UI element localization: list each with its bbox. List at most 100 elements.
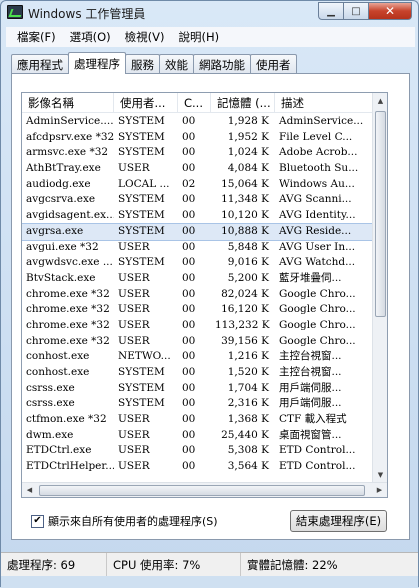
cell-description: Google Chro... xyxy=(279,318,356,331)
cell-description: ETD Control... xyxy=(279,460,356,473)
cell-memory: 1,368 K xyxy=(227,413,269,426)
table-row[interactable]: ETDCtrlHelper.... USER 00 3,564 K ETD Contro… xyxy=(22,459,373,475)
cell-memory: 9,016 K xyxy=(227,256,269,269)
cell-description: Google Chro... xyxy=(279,303,356,316)
cell-cpu: 00 xyxy=(182,428,196,441)
process-list[interactable]: 影像名稱 使用者... C... 記憶體 (... 描述 AdminServic… xyxy=(21,92,388,498)
table-row[interactable]: chrome.exe *32 USER 00 16,120 K Google Chro.… xyxy=(22,302,373,318)
cell-image-name: ETDCtrl.exe xyxy=(26,444,92,457)
cell-image-name: avgrsa.exe xyxy=(26,224,84,237)
cell-cpu: 00 xyxy=(182,224,196,237)
vertical-scroll-thumb[interactable] xyxy=(375,111,386,317)
tab-networking[interactable]: 網路功能 xyxy=(193,54,251,74)
table-row[interactable]: conhost.exe SYSTEM 00 1,520 K 主控台視窗... xyxy=(22,365,373,381)
table-row[interactable]: avgrsa.exe SYSTEM 00 10,888 K AVG Reside... xyxy=(22,222,374,241)
table-row[interactable]: avgwdsvc.exe ... SYSTEM 00 9,016 K AVG Watch… xyxy=(22,255,373,271)
cell-image-name: avgidsagent.ex... xyxy=(26,209,114,222)
tab-users[interactable]: 使用者 xyxy=(250,54,297,74)
tab-processes[interactable]: 處理程序 xyxy=(68,52,126,74)
task-manager-window: Windows 工作管理員 ▁ □ ✕ 檔案(F) 選項(O) 檢視(V) 說明… xyxy=(0,0,419,588)
cell-cpu: 00 xyxy=(182,240,196,253)
tab-performance[interactable]: 效能 xyxy=(159,54,194,74)
show-all-users-checkbox[interactable]: ✔ xyxy=(31,514,44,528)
close-button[interactable]: ✕ xyxy=(369,2,412,20)
table-row[interactable]: ctfmon.exe *32 USER 00 1,368 K CTF 載入程式 xyxy=(22,412,373,428)
cell-description: 藍牙堆疊伺... xyxy=(279,271,342,284)
menu-options[interactable]: 選項(O) xyxy=(63,29,118,45)
scroll-up-arrow-icon[interactable]: ▲ xyxy=(373,93,387,109)
cell-cpu: 00 xyxy=(182,303,196,316)
cell-user: SYSTEM xyxy=(118,193,165,206)
status-cpu-usage: CPU 使用率: 7% xyxy=(107,553,241,576)
show-all-users-option[interactable]: ✔ 顯示來自所有使用者的處理程序(S) xyxy=(31,513,218,529)
vertical-scrollbar[interactable]: ▲ ▼ xyxy=(372,93,387,483)
column-header-user[interactable]: 使用者... xyxy=(114,93,178,113)
table-row[interactable]: afcdpsrv.exe *32 SYSTEM 00 1,952 K File Leve… xyxy=(22,130,373,146)
cell-cpu: 00 xyxy=(182,115,196,127)
cell-image-name: chrome.exe *32 xyxy=(26,318,110,331)
menu-help[interactable]: 說明(H) xyxy=(171,29,226,45)
column-header-description[interactable]: 描述 xyxy=(275,93,373,113)
horizontal-scrollbar[interactable]: ◀ ▶ xyxy=(22,482,387,497)
table-row[interactable]: dwm.exe USER 00 25,440 K 桌面視窗管... xyxy=(22,428,373,444)
minimize-button[interactable]: ▁ xyxy=(318,2,344,20)
cell-memory: 25,440 K xyxy=(221,428,269,441)
cell-description: 用戶端伺服... xyxy=(279,397,342,410)
cell-memory: 1,952 K xyxy=(227,130,269,143)
cell-image-name: AdminService.... xyxy=(26,115,114,127)
cell-cpu: 00 xyxy=(182,162,196,175)
cell-user: USER xyxy=(118,413,150,426)
horizontal-scroll-thumb[interactable] xyxy=(39,485,365,496)
scroll-down-arrow-icon[interactable]: ▼ xyxy=(373,467,387,483)
cell-user: USER xyxy=(118,240,150,253)
table-row[interactable]: audiodg.exe LOCAL ... 02 15,064 K Windows Au… xyxy=(22,177,373,193)
cell-description: ETD Control... xyxy=(279,444,356,457)
tab-services[interactable]: 服務 xyxy=(125,54,160,74)
close-icon: ✕ xyxy=(384,4,396,18)
table-row[interactable]: avgidsagent.ex... SYSTEM 00 10,120 K AVG Ide… xyxy=(22,208,373,224)
table-row[interactable]: AthBtTray.exe USER 00 4,084 K Bluetooth Su..… xyxy=(22,161,373,177)
table-row[interactable]: avgcsrva.exe SYSTEM 00 11,348 K AVG Scanni..… xyxy=(22,192,373,208)
cell-cpu: 00 xyxy=(182,366,196,378)
window-bottom-edge xyxy=(1,576,418,588)
table-row[interactable]: conhost.exe NETWO... 00 1,216 K 主控台視窗... xyxy=(22,349,373,365)
cell-memory: 5,848 K xyxy=(227,240,269,253)
cell-image-name: avgwdsvc.exe ... xyxy=(26,256,113,269)
task-manager-icon xyxy=(7,5,23,19)
cell-description: AVG Identity... xyxy=(279,209,356,222)
cell-image-name: dwm.exe xyxy=(26,428,74,441)
scroll-left-arrow-icon[interactable]: ◀ xyxy=(22,482,37,497)
tab-applications[interactable]: 應用程式 xyxy=(11,54,69,74)
scroll-right-arrow-icon[interactable]: ▶ xyxy=(372,482,387,497)
cell-image-name: avgui.exe *32 xyxy=(26,240,99,253)
table-row[interactable]: BtvStack.exe USER 00 5,200 K 藍牙堆疊伺... xyxy=(22,271,373,287)
column-header-image-name[interactable]: 影像名稱 xyxy=(22,93,114,113)
maximize-button[interactable]: □ xyxy=(344,2,369,20)
table-row[interactable]: chrome.exe *32 USER 00 82,024 K Google Chro.… xyxy=(22,287,373,303)
cell-user: USER xyxy=(118,428,150,441)
cell-memory: 82,024 K xyxy=(221,287,269,300)
table-row[interactable]: chrome.exe *32 USER 00 113,232 K Google Chro… xyxy=(22,318,373,334)
table-row[interactable]: csrss.exe SYSTEM 00 1,704 K 用戶端伺服... xyxy=(22,381,373,397)
table-row[interactable]: armsvc.exe *32 SYSTEM 00 1,024 K Adobe Acrob… xyxy=(22,145,373,161)
column-header-row: 影像名稱 使用者... C... 記憶體 (... 描述 xyxy=(22,93,373,113)
checkmark-icon: ✔ xyxy=(33,515,42,526)
table-row[interactable]: avgui.exe *32 USER 00 5,848 K AVG User In... xyxy=(22,240,373,256)
cell-description: 主控台視窗... xyxy=(279,350,342,363)
table-row[interactable]: ETDCtrl.exe USER 00 5,308 K ETD Control... xyxy=(22,443,373,459)
end-process-button[interactable]: 結束處理程序(E) xyxy=(290,510,387,532)
table-row[interactable]: chrome.exe *32 USER 00 39,156 K Google Chro.… xyxy=(22,334,373,350)
column-header-memory[interactable]: 記憶體 (... xyxy=(211,93,275,113)
column-header-cpu[interactable]: C... xyxy=(178,93,211,113)
cell-description: Google Chro... xyxy=(279,287,356,300)
title-bar[interactable]: Windows 工作管理員 ▁ □ ✕ xyxy=(1,1,418,25)
cell-description: 用戶端伺服... xyxy=(279,381,342,394)
table-row[interactable]: AdminService.... SYSTEM 00 1,928 K AdminServ… xyxy=(22,114,373,130)
cell-user: SYSTEM xyxy=(118,115,165,127)
cell-user: USER xyxy=(118,287,150,300)
window-title: Windows 工作管理員 xyxy=(28,7,146,21)
table-row[interactable]: csrss.exe SYSTEM 00 2,316 K 用戶端伺服... xyxy=(22,396,373,412)
menu-view[interactable]: 檢視(V) xyxy=(118,29,172,45)
menu-file[interactable]: 檔案(F) xyxy=(10,29,63,45)
status-memory-usage: 實體記憶體: 22% xyxy=(247,557,338,572)
